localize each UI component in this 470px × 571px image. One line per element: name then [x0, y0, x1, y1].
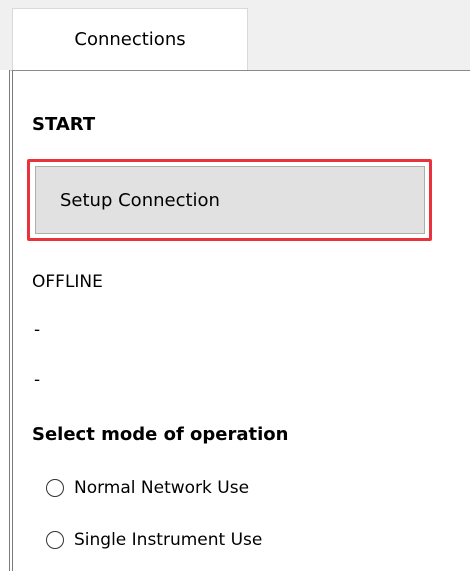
radio-button[interactable]	[46, 479, 64, 497]
setup-connection-button[interactable]: Setup Connection	[35, 166, 425, 234]
radio-single-instrument-use[interactable]: Single Instrument Use	[46, 525, 262, 555]
tab-connections[interactable]: Connections	[12, 8, 248, 70]
connection-status: OFFLINE	[32, 272, 103, 292]
radio-normal-network-use[interactable]: Normal Network Use	[46, 473, 249, 503]
radio-label: Normal Network Use	[74, 478, 250, 498]
info-line-1: -	[34, 320, 41, 340]
radio-label: Single Instrument Use	[74, 530, 263, 550]
tab-strip: Connections	[0, 0, 470, 70]
radio-button[interactable]	[46, 531, 64, 549]
mode-heading: Select mode of operation	[32, 424, 289, 445]
start-heading: START	[32, 114, 96, 135]
info-line-2: -	[34, 370, 41, 390]
